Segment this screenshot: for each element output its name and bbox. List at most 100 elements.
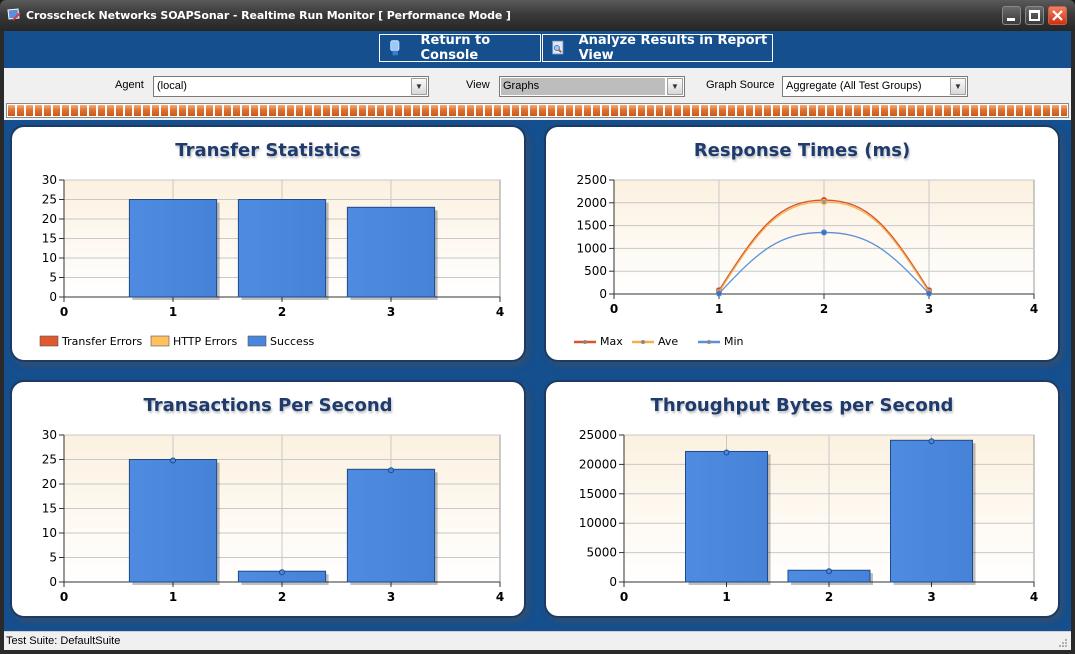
- minimize-icon: [1007, 18, 1015, 21]
- toolbar: Return to Console Analyze Results in Rep…: [4, 31, 1071, 68]
- y-tick-label: 2500: [576, 173, 607, 187]
- x-tick-label: 3: [927, 590, 935, 604]
- resize-grip-icon[interactable]: [1056, 636, 1068, 648]
- bar: [685, 450, 768, 583]
- x-tick-label: 0: [60, 305, 68, 319]
- y-tick-label: 1000: [576, 241, 607, 255]
- view-value: Graphs: [501, 78, 665, 95]
- agent-value: (local): [157, 80, 187, 92]
- transfer-statistics-chart: 0 5 10 15 20 25 30 0 1 2 3 4 Transfer Errors HTTP Err…: [39, 173, 504, 348]
- legend-swatch: [150, 335, 170, 347]
- agent-label: Agent: [115, 79, 144, 91]
- x-tick-label: 0: [60, 590, 68, 604]
- legend-label: HTTP Errors: [173, 335, 237, 348]
- bar: [346, 206, 436, 298]
- y-tick-label: 15: [42, 232, 57, 246]
- chevron-down-icon[interactable]: ▼: [950, 78, 966, 95]
- response-times-chart: 0 500 1000 1500 2000 2500 0 1 2 3 4 Max Ave Min: [574, 173, 1038, 348]
- x-tick-label: 2: [278, 305, 286, 319]
- chevron-down-icon[interactable]: ▼: [411, 78, 427, 95]
- x-tick-label: 1: [169, 305, 177, 319]
- graph-source-dropdown[interactable]: Aggregate (All Test Groups) ▼: [782, 76, 968, 97]
- y-tick-label: 30: [42, 173, 57, 187]
- data-point: [820, 198, 828, 205]
- y-tick-label: 10: [42, 526, 57, 540]
- y-tick-label: 10: [42, 251, 57, 265]
- close-icon: [1052, 10, 1063, 21]
- throughput-chart: 0 5000 10000 15000 20000 25000 0 1 2 3 4: [579, 428, 1038, 604]
- legend-label: Success: [270, 335, 315, 348]
- return-to-console-label: Return to Console: [420, 33, 491, 63]
- y-tick-label: 5: [49, 271, 57, 285]
- bar: [237, 199, 327, 298]
- y-tick-label: 15: [42, 502, 57, 516]
- bar: [346, 468, 436, 583]
- legend-label: Max: [600, 335, 623, 348]
- y-tick-label: 25: [42, 193, 57, 207]
- analyze-results-button[interactable]: Analyze Results in Report View: [542, 33, 773, 63]
- app-window: Crosscheck Networks SOAPSonar - Realtime…: [0, 0, 1075, 654]
- y-tick-label: 25000: [579, 428, 617, 442]
- throughput-panel: Throughput Bytes per Second 0 5000 10000 15…: [544, 380, 1060, 618]
- legend-marker: [707, 340, 711, 344]
- view-label: View: [466, 79, 490, 91]
- maximize-icon: [1029, 10, 1040, 21]
- x-tick-label: 4: [1030, 302, 1038, 316]
- data-point: [928, 438, 935, 445]
- bar: [128, 459, 218, 583]
- y-tick-label: 0: [49, 290, 57, 304]
- progress-track: [6, 103, 1069, 118]
- agent-dropdown[interactable]: (local) ▼: [153, 76, 429, 97]
- transactions-per-second-panel: Transactions Per Second 0 5 10 15 20 25 30 0 1 2 3…: [10, 380, 526, 618]
- x-tick-label: 1: [169, 590, 177, 604]
- data-point: [925, 290, 933, 297]
- report-search-icon: [552, 40, 564, 55]
- y-tick-label: 0: [599, 287, 607, 301]
- data-point: [715, 290, 723, 297]
- progress-bar: [4, 101, 1071, 120]
- x-tick-label: 4: [496, 590, 504, 604]
- view-dropdown[interactable]: Graphs ▼: [499, 76, 685, 97]
- x-tick-label: 4: [496, 305, 504, 319]
- minimize-button[interactable]: [1002, 6, 1021, 25]
- y-tick-label: 5000: [586, 546, 617, 560]
- x-tick-label: 2: [820, 302, 828, 316]
- y-tick-label: 0: [609, 575, 617, 589]
- data-point: [820, 229, 828, 236]
- x-tick-label: 1: [715, 302, 723, 316]
- y-tick-label: 500: [584, 264, 607, 278]
- graph-source-value: Aggregate (All Test Groups): [786, 80, 922, 92]
- data-point: [279, 569, 285, 576]
- graphs-area: Transfer Statistics 0 5 10 15 20 25 30 0 1 2 3 4 Tra…: [4, 120, 1071, 631]
- data-point: [170, 457, 176, 464]
- x-tick-label: 3: [925, 302, 933, 316]
- x-tick-label: 3: [387, 590, 395, 604]
- progress-fill: [8, 105, 1067, 116]
- status-bar: Test Suite: DefaultSuite: [4, 631, 1071, 650]
- y-tick-label: 20: [42, 477, 57, 491]
- maximize-button[interactable]: [1025, 6, 1044, 25]
- y-tick-label: 0: [49, 575, 57, 589]
- legend-label: Ave: [658, 335, 678, 348]
- y-tick-label: 25: [42, 453, 57, 467]
- return-to-console-button[interactable]: Return to Console: [379, 33, 541, 63]
- data-point: [723, 449, 730, 456]
- x-tick-label: 2: [825, 590, 833, 604]
- console-icon: [390, 40, 400, 56]
- y-tick-label: 20000: [579, 457, 617, 471]
- legend-swatch: [39, 335, 59, 347]
- y-tick-label: 2000: [576, 196, 607, 210]
- transfer-statistics-panel: Transfer Statistics 0 5 10 15 20 25 30 0 1 2 3 4 Tra…: [10, 125, 526, 362]
- legend-label: Min: [724, 335, 744, 348]
- x-tick-label: 2: [278, 590, 286, 604]
- data-point: [388, 467, 394, 474]
- legend-label: Transfer Errors: [61, 335, 143, 348]
- y-tick-label: 20: [42, 212, 57, 226]
- x-tick-label: 0: [620, 590, 628, 604]
- title-bar[interactable]: Crosscheck Networks SOAPSonar - Realtime…: [0, 0, 1075, 31]
- close-button[interactable]: [1048, 6, 1067, 25]
- chevron-down-icon[interactable]: ▼: [667, 78, 683, 95]
- y-tick-label: 10000: [579, 516, 617, 530]
- graph-source-label: Graph Source: [706, 79, 775, 91]
- y-tick-label: 30: [42, 428, 57, 442]
